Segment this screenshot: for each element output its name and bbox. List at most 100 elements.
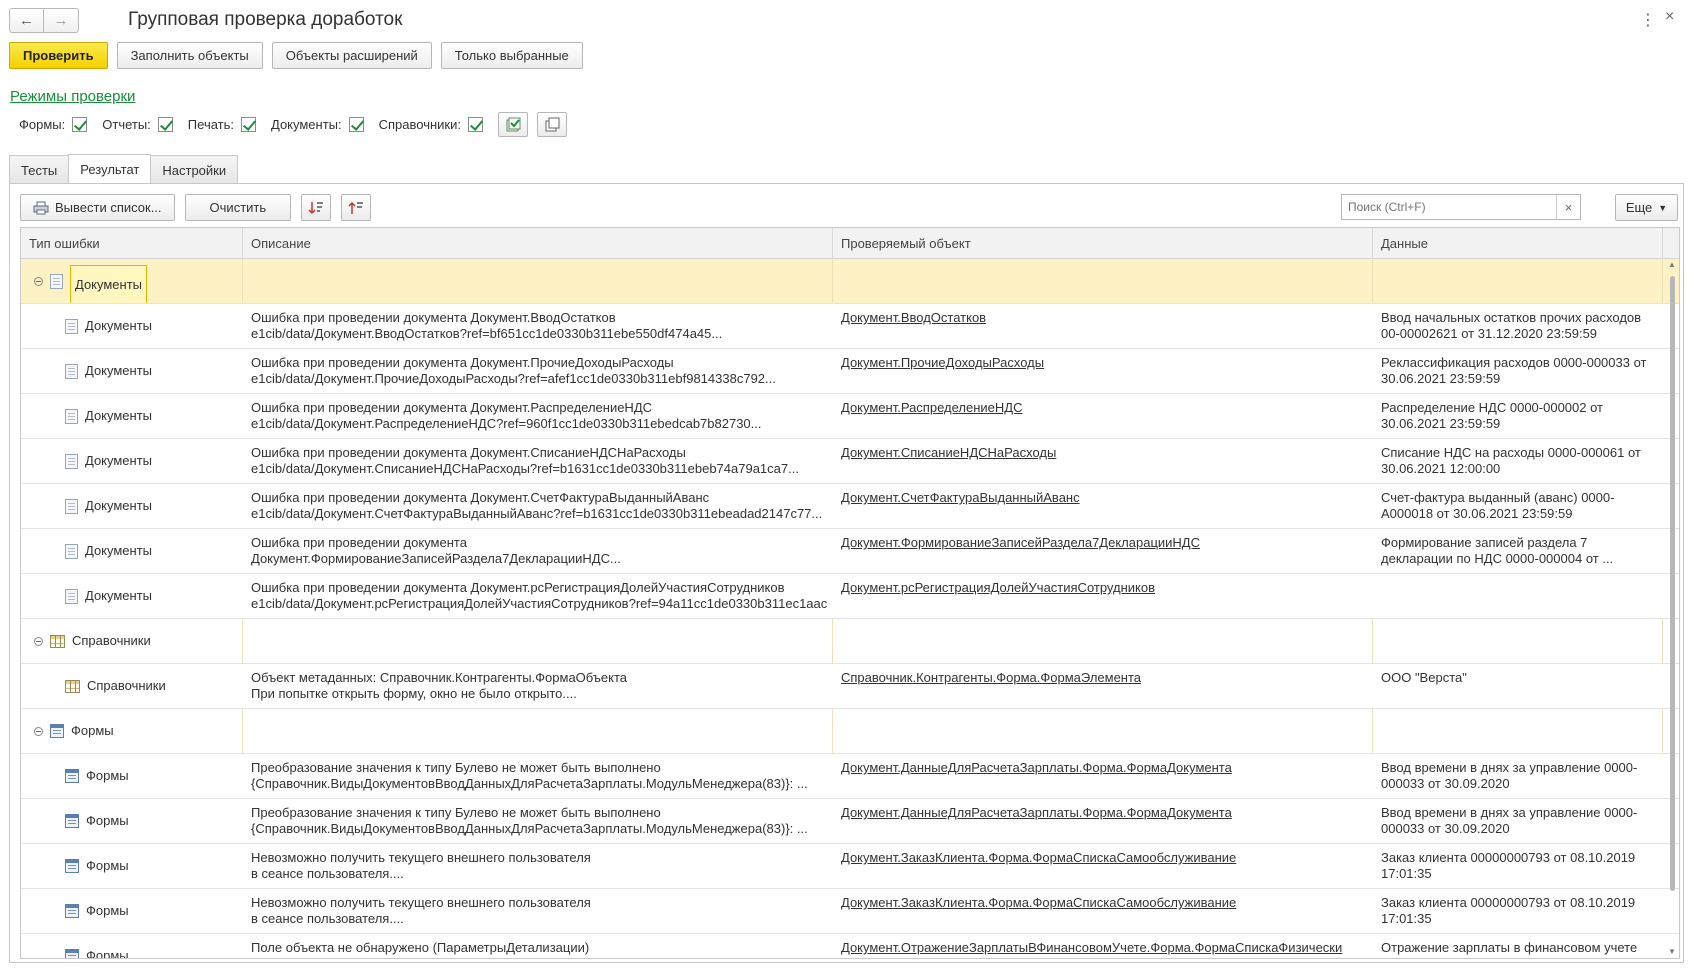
form-icon [65, 769, 79, 783]
cell-description: Преобразование значения к типу Булево не… [243, 799, 833, 843]
error-type-text: Документы [85, 588, 153, 603]
close-icon[interactable]: × [1665, 8, 1674, 26]
cell-error-type: Документы [21, 349, 243, 393]
object-link[interactable]: Документ.рсРегистрацияДолейУчастияСотруд… [841, 580, 1155, 595]
vertical-scrollbar[interactable]: ▲ ▼ [1668, 260, 1677, 956]
object-link[interactable]: Документ.ФормированиеЗаписейРаздела7Декл… [841, 535, 1200, 550]
search-input[interactable] [1342, 195, 1556, 219]
table-row[interactable]: Документы Ошибка при проведении документа… [21, 529, 1679, 574]
print-checkbox[interactable] [241, 117, 256, 132]
export-list-button[interactable]: Вывести список... [20, 194, 175, 221]
back-button[interactable]: ← [9, 8, 44, 33]
cell-error-type: Документы [21, 484, 243, 528]
object-link[interactable]: Документ.СписаниеНДСНаРасходы [841, 445, 1056, 460]
object-link[interactable]: Документ.ОтражениеЗарплатыВФинансовомУче… [841, 940, 1342, 955]
extension-objects-button[interactable]: Объекты расширений [271, 42, 432, 69]
table-header: Тип ошибки Описание Проверяемый объект Д… [21, 228, 1679, 259]
col-header-data[interactable]: Данные [1373, 228, 1663, 258]
col-header-object[interactable]: Проверяемый объект [833, 228, 1373, 258]
documents-checkbox[interactable] [348, 117, 364, 132]
fill-objects-button[interactable]: Заполнить объекты [116, 42, 263, 69]
sort-asc-button[interactable] [341, 194, 372, 221]
description-line: Ошибка при проведении документа Документ… [251, 490, 710, 505]
search-clear-icon[interactable]: × [1556, 195, 1580, 219]
object-link[interactable]: Документ.ДанныеДляРасчетаЗарплаты.Форма.… [841, 805, 1232, 820]
cell-error-type: Формы [21, 754, 243, 798]
documents-label: Документы: [271, 117, 342, 132]
cell-object [833, 619, 1373, 663]
object-link[interactable]: Документ.ЗаказКлиента.Форма.ФормаСпискаС… [841, 850, 1236, 865]
collapse-icon[interactable] [34, 637, 43, 646]
scroll-down-icon[interactable]: ▼ [1668, 947, 1676, 956]
forms-checkbox[interactable] [72, 117, 88, 132]
table-row[interactable]: Формы Преобразование значения к типу Буле… [21, 754, 1679, 799]
scroll-thumb[interactable] [1670, 276, 1675, 891]
table-row[interactable]: Документы Ошибка при проведении документа… [21, 349, 1679, 394]
table-row[interactable]: Формы Невозможно получить текущего внешне… [21, 889, 1679, 934]
collapse-icon[interactable] [34, 277, 43, 286]
object-link[interactable]: Документ.СчетФактураВыданныйАванс [841, 490, 1080, 505]
forward-button[interactable]: → [44, 8, 79, 33]
object-link[interactable]: Документ.ВводОстатков [841, 310, 986, 325]
check-button[interactable]: Проверить [9, 42, 108, 69]
table-row[interactable]: Формы Невозможно получить текущего внешне… [21, 844, 1679, 889]
table-row[interactable]: Документы Ошибка при проведении документа… [21, 394, 1679, 439]
group-row[interactable]: Формы [21, 709, 1679, 754]
group-row[interactable]: Справочники [21, 619, 1679, 664]
cell-data [1373, 709, 1663, 753]
object-link[interactable]: Справочник.Контрагенты.Форма.ФормаЭлемен… [841, 670, 1141, 685]
object-link[interactable]: Документ.РаспределениеНДС [841, 400, 1022, 415]
cell-object: Документ.РаспределениеНДС [833, 394, 1373, 438]
col-header-description[interactable]: Описание [243, 228, 833, 258]
document-icon [65, 589, 78, 604]
group-row[interactable]: Документы [21, 259, 1679, 304]
sort-desc-icon [308, 201, 324, 214]
sort-desc-button[interactable] [301, 194, 332, 221]
cell-data [1373, 259, 1663, 303]
description-detail: e1cib/data/Документ.СчетФактураВыданныйА… [251, 506, 823, 521]
scroll-up-icon[interactable]: ▲ [1668, 260, 1676, 269]
table-row[interactable]: Справочники Объект метаданных: Справочник… [21, 664, 1679, 709]
check-all-button[interactable] [498, 112, 528, 137]
only-selected-button[interactable]: Только выбранные [440, 42, 583, 69]
error-type-text: Справочники [87, 678, 166, 693]
description-line: Невозможно получить текущего внешнего по… [251, 895, 591, 910]
form-icon [65, 904, 79, 918]
table-row[interactable]: Формы Поле объекта не обнаружено (Парамет… [21, 934, 1679, 958]
catalogs-checkbox[interactable] [468, 117, 483, 132]
object-link[interactable]: Документ.ЗаказКлиента.Форма.ФормаСпискаС… [841, 895, 1236, 910]
printer-icon [33, 201, 49, 214]
table-row[interactable]: Документы Ошибка при проведении документа… [21, 439, 1679, 484]
clear-button[interactable]: Очистить [184, 194, 292, 221]
reports-checkbox[interactable] [157, 117, 173, 132]
cell-object: Документ.ВводОстатков [833, 304, 1373, 348]
cell-error-type: Формы [21, 889, 243, 933]
catalog-icon [50, 635, 65, 648]
print-label: Печать: [187, 117, 234, 132]
uncheck-all-button[interactable] [537, 112, 567, 137]
description-detail: Документ.ФормированиеЗаписейРаздела7Декл… [251, 551, 621, 566]
tab-result[interactable]: Результат [68, 154, 152, 184]
main-toolbar: Проверить Заполнить объекты Объекты расш… [9, 42, 583, 69]
col-header-error-type[interactable]: Тип ошибки [21, 228, 243, 258]
tab-settings[interactable]: Настройки [150, 155, 239, 184]
tab-tests[interactable]: Тесты [9, 155, 70, 184]
table-row[interactable]: Формы Преобразование значения к типу Буле… [21, 799, 1679, 844]
more-button[interactable]: Еще ▼ [1615, 194, 1678, 221]
table-row[interactable]: Документы Ошибка при проведении документа… [21, 484, 1679, 529]
error-type-text: Документы [85, 543, 153, 558]
cell-data: Отражение зарплаты в финансовом учете [1381, 940, 1638, 955]
table-row[interactable]: Документы Ошибка при проведении документа… [21, 574, 1679, 619]
object-link[interactable]: Документ.ДанныеДляРасчетаЗарплаты.Форма.… [841, 760, 1232, 775]
description-detail: e1cib/data/Документ.ПрочиеДоходыРасходы?… [251, 371, 776, 386]
collapse-icon[interactable] [34, 727, 43, 736]
check-modes-link[interactable]: Режимы проверки [10, 88, 135, 105]
cell-data: Формирование записей раздела 7 деклараци… [1381, 535, 1614, 566]
more-actions-icon[interactable]: ⋮ [1640, 10, 1656, 30]
table-row[interactable]: Документы Ошибка при проведении документа… [21, 304, 1679, 349]
cell-data: ООО "Верста" [1381, 670, 1467, 685]
description-detail: в сеансе пользователя.... [251, 911, 404, 926]
cell-description: Ошибка при проведении документа Документ… [243, 574, 833, 618]
cell-error-type: Формы [21, 709, 243, 753]
object-link[interactable]: Документ.ПрочиеДоходыРасходы [841, 355, 1044, 370]
